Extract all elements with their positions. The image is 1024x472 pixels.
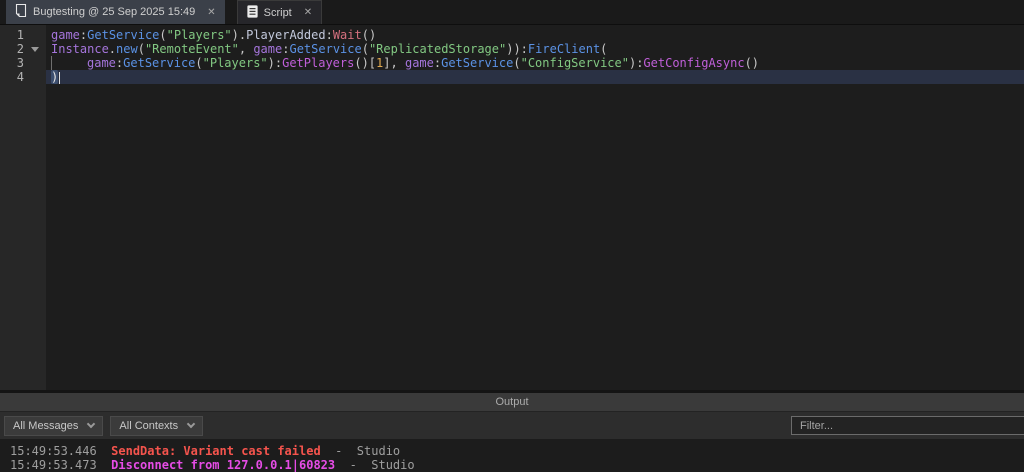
place-document-icon (15, 3, 27, 20)
code-token: ) (51, 70, 59, 84)
gutter-row: 1 (0, 28, 46, 42)
script-editor[interactable]: 1234 game:GetService("Players").PlayerAd… (0, 25, 1024, 390)
code-token: "ReplicatedStorage" (368, 42, 507, 56)
context-filter-dropdown[interactable]: All Contexts (110, 415, 204, 436)
close-icon[interactable]: ✕ (304, 7, 312, 18)
code-token: ( (513, 56, 521, 70)
line-number: 4 (16, 70, 24, 84)
code-token: GetService (441, 56, 514, 70)
code-token: "Players" (202, 56, 268, 70)
line-number: 2 (16, 42, 24, 56)
code-token: GetPlayers (282, 56, 355, 70)
log-entry[interactable]: 15:49:53.473 Disconnect from 127.0.0.1|6… (10, 458, 1024, 472)
code-token: Wait (332, 28, 362, 42)
code-area[interactable]: game:GetService("Players").PlayerAdded:W… (46, 25, 1024, 390)
code-token: ( (600, 42, 608, 56)
chevron-down-icon (87, 419, 96, 429)
fold-column (24, 56, 46, 70)
code-token: , (238, 42, 254, 56)
code-token: . (108, 42, 117, 56)
gutter-row: 4 (0, 70, 46, 84)
code-token: GetService (87, 28, 160, 42)
code-line[interactable]: game:GetService("Players").PlayerAdded:W… (51, 28, 1024, 42)
log-context: Studio (356, 444, 401, 458)
code-line[interactable]: game:GetService("Players"):GetPlayers()[… (51, 56, 1024, 70)
code-token: ( (159, 28, 167, 42)
tab-bugtesting-place[interactable]: Bugtesting @ 25 Sep 2025 15:49 ✕ (6, 0, 225, 24)
code-token: () (361, 28, 377, 42)
fold-collapse-icon[interactable] (31, 46, 39, 52)
line-number: 1 (16, 28, 24, 42)
code-token: ], (383, 56, 405, 70)
log-separator: - (320, 444, 357, 458)
code-token: "Players" (166, 28, 232, 42)
fold-column (24, 70, 46, 84)
code-token: FireClient (527, 42, 601, 56)
code-token: GetService (289, 42, 362, 56)
dropdown-label: All Messages (13, 419, 79, 432)
message-filter-dropdown[interactable]: All Messages (4, 415, 104, 436)
code-token: game (404, 56, 434, 70)
line-number-gutter: 1234 (0, 25, 46, 390)
dropdown-label: All Contexts (119, 419, 179, 432)
code-token: PlayerAdded (246, 28, 326, 42)
log-entry[interactable]: 15:49:53.446 SendData: Variant cast fail… (10, 444, 1024, 458)
gutter-row: 2 (0, 42, 46, 56)
code-token: ()[ (354, 56, 377, 70)
close-icon[interactable]: ✕ (207, 7, 215, 18)
code-token: ): (628, 56, 644, 70)
code-token: ( (361, 42, 369, 56)
script-icon (246, 4, 258, 21)
fold-column[interactable] (24, 42, 46, 56)
log-context: Studio (371, 458, 415, 472)
code-token: ): (267, 56, 283, 70)
code-token: ( (195, 56, 203, 70)
output-panel-titlebar[interactable]: Output (0, 390, 1024, 411)
output-panel-title: Output (495, 396, 529, 408)
code-line[interactable]: ) (46, 70, 1024, 84)
fold-column (24, 28, 46, 42)
code-token: ). (231, 28, 247, 42)
tab-script[interactable]: Script ✕ (236, 0, 323, 24)
tab-label: Script (263, 6, 292, 19)
code-token: new (116, 42, 138, 56)
log-timestamp: 15:49:53.446 (10, 444, 112, 458)
output-toolbar: All Messages All Contexts (0, 411, 1024, 439)
log-timestamp: 15:49:53.473 (10, 458, 112, 472)
code-token: )): (506, 42, 528, 56)
code-token: GetConfigAsync (643, 56, 745, 70)
log-separator: - (335, 458, 372, 472)
code-token: Instance (51, 42, 109, 56)
tab-label: Bugtesting @ 25 Sep 2025 15:49 (33, 6, 196, 18)
text-caret (59, 71, 61, 84)
document-tabbar: Bugtesting @ 25 Sep 2025 15:49 ✕ Script … (0, 0, 1024, 25)
output-log[interactable]: 15:49:53.446 SendData: Variant cast fail… (0, 439, 1024, 472)
gutter-row: 3 (0, 56, 46, 70)
log-message: Disconnect from 127.0.0.1|60823 (111, 458, 336, 472)
code-token: : (325, 28, 333, 42)
code-token: game (51, 28, 80, 42)
code-token: "ConfigService" (520, 56, 629, 70)
line-number: 3 (16, 56, 24, 70)
code-token: game (253, 42, 283, 56)
code-token: "RemoteEvent" (144, 42, 239, 56)
code-token: GetService (123, 56, 196, 70)
log-message: SendData: Variant cast failed (111, 444, 321, 458)
output-filter-input[interactable] (791, 416, 1024, 435)
roblox-studio-window: Bugtesting @ 25 Sep 2025 15:49 ✕ Script … (0, 0, 1024, 472)
code-token: () (744, 56, 760, 70)
code-token: game (87, 56, 116, 70)
code-line[interactable]: Instance.new("RemoteEvent", game:GetServ… (51, 42, 1024, 56)
chevron-down-icon (186, 419, 196, 429)
code-token: ( (137, 42, 145, 56)
